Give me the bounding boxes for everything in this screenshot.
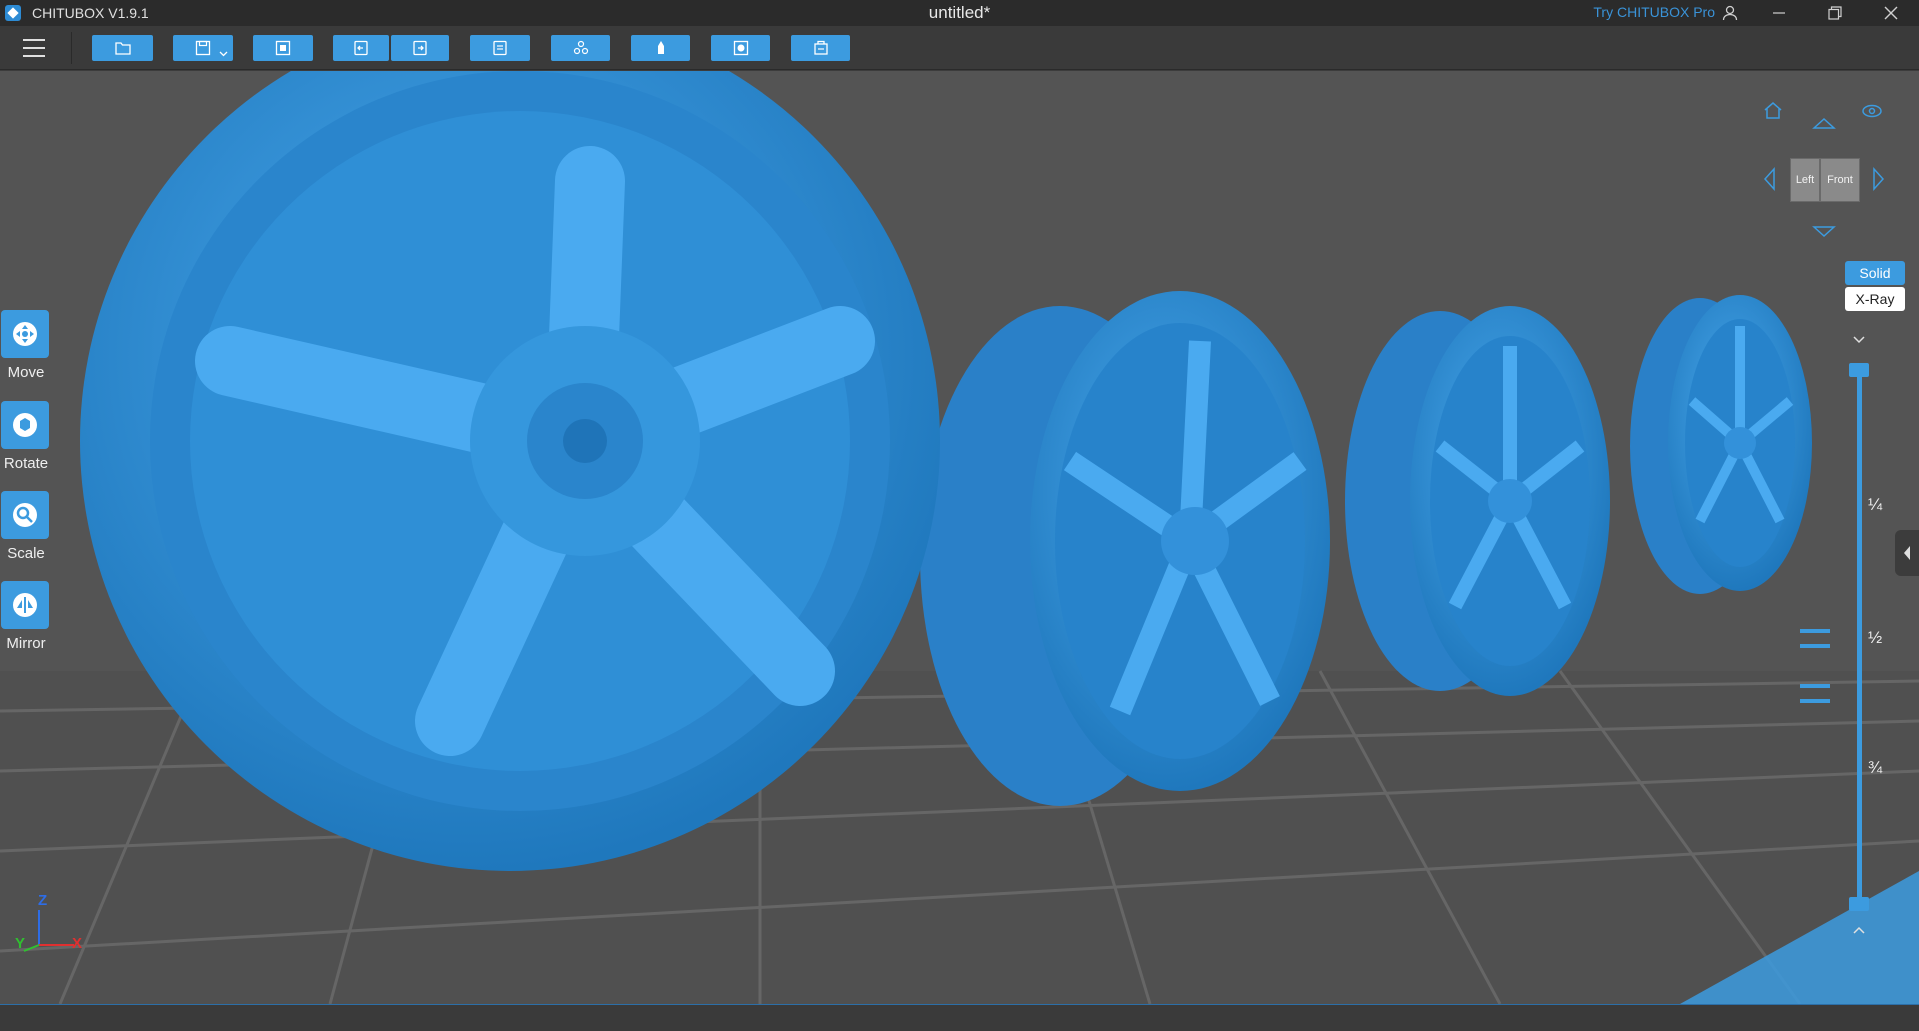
scene-render: [0, 71, 1919, 1004]
wheel-model-2: [920, 291, 1330, 806]
redo-icon: [413, 40, 427, 56]
move-tool[interactable]: Move: [1, 310, 51, 381]
hamburger-menu-button[interactable]: [18, 35, 50, 61]
document-title: untitled*: [928, 3, 991, 22]
save-button[interactable]: [173, 35, 233, 61]
wheel-model-4: [1630, 295, 1812, 594]
move-icon: [13, 322, 37, 346]
scale-tool[interactable]: Scale: [1, 491, 51, 562]
title-bar: CHITUBOX V1.9.1 untitled* Try CHITUBOX P…: [0, 0, 1919, 26]
rotate-tool[interactable]: Rotate: [1, 401, 51, 472]
rotate-icon: [13, 413, 37, 437]
scale-tool-icon-box[interactable]: [1, 491, 49, 539]
frame-icon: [275, 40, 291, 56]
minimize-button[interactable]: [1751, 0, 1807, 26]
chitubox-logo-icon: [5, 5, 21, 21]
3d-viewport[interactable]: Move Rotate Scale Mirror Z Y X Left Fron…: [0, 71, 1919, 1004]
user-icon[interactable]: [1721, 4, 1739, 22]
view-left-arrow-icon[interactable]: [1762, 167, 1778, 191]
wheel-model-3: [1345, 306, 1610, 696]
axis-z-label: Z: [38, 892, 48, 909]
mirror-tool[interactable]: Mirror: [1, 581, 51, 652]
toolbar-divider: [71, 32, 72, 64]
dig-hole-button[interactable]: [711, 35, 770, 61]
layer-slider-top-handle[interactable]: [1849, 363, 1869, 377]
try-pro-link[interactable]: Try CHITUBOX Pro: [1593, 4, 1715, 20]
solid-mode-button[interactable]: Solid: [1845, 261, 1905, 285]
right-panel-toggle[interactable]: [1895, 530, 1919, 576]
slider-quarter-mark: ¼: [1868, 495, 1883, 514]
mirror-icon: [13, 593, 37, 617]
slider-three-quarter-mark: ¾: [1868, 758, 1883, 777]
slider-collapse-chevron-icon[interactable]: [1852, 335, 1866, 345]
axis-x-label: X: [72, 935, 83, 952]
mirror-tool-icon-box[interactable]: [1, 581, 49, 629]
close-button[interactable]: [1863, 0, 1919, 26]
restore-icon: [1828, 6, 1842, 20]
save-icon: [195, 40, 211, 56]
menu-line: [23, 55, 45, 57]
view-up-arrow-icon[interactable]: [1812, 116, 1836, 132]
slice-icon: [813, 40, 828, 55]
close-icon: [1884, 6, 1898, 20]
view-right-arrow-icon[interactable]: [1870, 167, 1886, 191]
chevron-left-icon: [1904, 546, 1910, 560]
rotate-tool-icon-box[interactable]: [1, 401, 49, 449]
settings-button[interactable]: [470, 35, 530, 61]
hole-icon: [733, 40, 748, 56]
scale-label: Scale: [7, 545, 45, 562]
undo-button[interactable]: [333, 35, 389, 61]
axis-y-label: Y: [15, 935, 26, 952]
main-toolbar: [0, 26, 1919, 70]
chevron-down-icon: [219, 51, 228, 57]
supports-button[interactable]: [551, 35, 610, 61]
view-cube-left-face[interactable]: Left: [1790, 158, 1820, 202]
slider-expand-chevron-icon[interactable]: [1852, 925, 1866, 935]
app-name: CHITUBOX V1.9.1: [32, 5, 149, 21]
view-down-arrow-icon[interactable]: [1812, 223, 1836, 239]
menu-line: [23, 39, 45, 41]
rotate-label: Rotate: [3, 455, 49, 472]
move-label: Move: [7, 364, 45, 381]
mirror-label: Mirror: [6, 635, 46, 652]
xray-mode-button[interactable]: X-Ray: [1845, 287, 1905, 311]
home-view-icon[interactable]: [1762, 99, 1784, 121]
redo-button[interactable]: [391, 35, 449, 61]
move-tool-icon-box[interactable]: [1, 310, 49, 358]
open-file-button[interactable]: [92, 35, 153, 61]
status-bar: [0, 1004, 1919, 1031]
menu-line: [23, 47, 45, 49]
screenshot-button[interactable]: [253, 35, 313, 61]
minimize-icon: [1773, 12, 1785, 14]
hollow-icon: [657, 41, 664, 54]
supports-icon: [573, 40, 588, 55]
scale-icon: [13, 503, 37, 527]
folder-icon: [114, 42, 131, 55]
layer-slider-track[interactable]: [1857, 367, 1862, 907]
view-cube-front-face[interactable]: Front: [1820, 158, 1860, 202]
hollow-button[interactable]: [631, 35, 690, 61]
restore-button[interactable]: [1807, 0, 1863, 26]
slider-half-mark: ½: [1868, 628, 1883, 647]
eye-icon[interactable]: [1861, 103, 1883, 119]
settings-icon: [493, 40, 507, 56]
slice-button[interactable]: [791, 35, 850, 61]
undo-icon: [354, 40, 368, 56]
layer-slider-bottom-handle[interactable]: [1849, 897, 1869, 911]
